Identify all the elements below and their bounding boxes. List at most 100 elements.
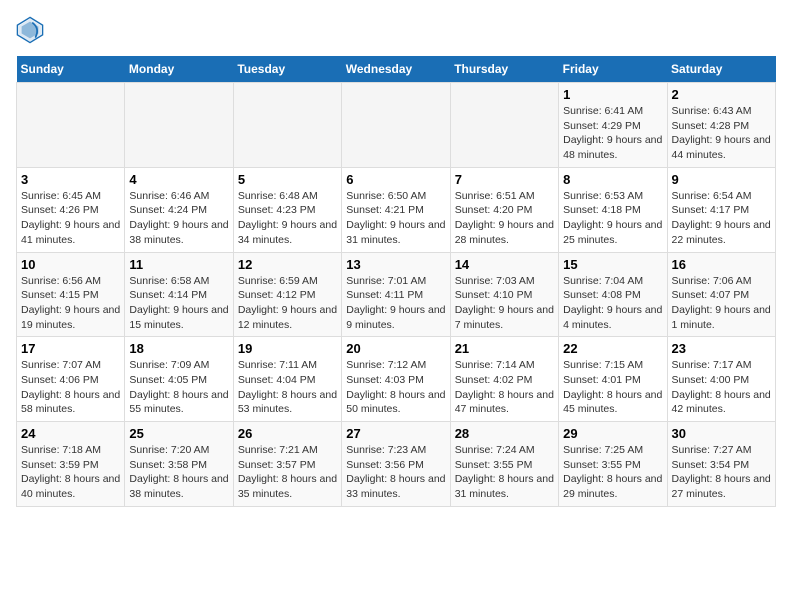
day-number: 5 (238, 172, 337, 187)
day-number: 14 (455, 257, 554, 272)
calendar-cell: 9 Sunrise: 6:54 AM Sunset: 4:17 PM Daylig… (667, 167, 775, 252)
day-number: 29 (563, 426, 662, 441)
calendar-cell: 30 Sunrise: 7:27 AM Sunset: 3:54 PM Dayli… (667, 422, 775, 507)
day-number: 25 (129, 426, 228, 441)
calendar-cell: 15 Sunrise: 7:04 AM Sunset: 4:08 PM Dayli… (559, 252, 667, 337)
day-number: 18 (129, 341, 228, 356)
day-number: 22 (563, 341, 662, 356)
calendar-week-row: 24 Sunrise: 7:18 AM Sunset: 3:59 PM Dayli… (17, 422, 776, 507)
day-number: 19 (238, 341, 337, 356)
calendar-cell: 26 Sunrise: 7:21 AM Sunset: 3:57 PM Dayli… (233, 422, 341, 507)
day-of-week-header: Sunday (17, 56, 125, 83)
calendar-cell: 3Sunrise: 6:45 AM Sunset: 4:26 PM Daylig… (17, 167, 125, 252)
day-info: Sunrise: 7:25 AM Sunset: 3:55 PM Dayligh… (563, 443, 662, 502)
day-info: Sunrise: 6:58 AM Sunset: 4:14 PM Dayligh… (129, 274, 228, 333)
calendar-cell: 16 Sunrise: 7:06 AM Sunset: 4:07 PM Dayli… (667, 252, 775, 337)
day-number: 30 (672, 426, 771, 441)
calendar-cell: 6 Sunrise: 6:50 AM Sunset: 4:21 PM Daylig… (342, 167, 450, 252)
day-number: 17 (21, 341, 120, 356)
day-info: Sunrise: 6:51 AM Sunset: 4:20 PM Dayligh… (455, 189, 554, 248)
day-info: Sunrise: 7:20 AM Sunset: 3:58 PM Dayligh… (129, 443, 228, 502)
day-number: 1 (563, 87, 662, 102)
day-info: Sunrise: 6:43 AM Sunset: 4:28 PM Dayligh… (672, 104, 771, 163)
day-info: Sunrise: 6:41 AM Sunset: 4:29 PM Dayligh… (563, 104, 662, 163)
calendar-cell: 14 Sunrise: 7:03 AM Sunset: 4:10 PM Dayli… (450, 252, 558, 337)
day-info: Sunrise: 7:04 AM Sunset: 4:08 PM Dayligh… (563, 274, 662, 333)
calendar-cell: 24 Sunrise: 7:18 AM Sunset: 3:59 PM Dayli… (17, 422, 125, 507)
calendar-week-row: 10Sunrise: 6:56 AM Sunset: 4:15 PM Dayli… (17, 252, 776, 337)
day-number: 15 (563, 257, 662, 272)
calendar-cell: 8 Sunrise: 6:53 AM Sunset: 4:18 PM Daylig… (559, 167, 667, 252)
day-number: 13 (346, 257, 445, 272)
day-info: Sunrise: 7:07 AM Sunset: 4:06 PM Dayligh… (21, 358, 120, 417)
calendar-cell: 10Sunrise: 6:56 AM Sunset: 4:15 PM Dayli… (17, 252, 125, 337)
day-number: 27 (346, 426, 445, 441)
calendar-cell (342, 83, 450, 168)
calendar-cell: 13 Sunrise: 7:01 AM Sunset: 4:11 PM Dayli… (342, 252, 450, 337)
day-number: 12 (238, 257, 337, 272)
calendar-table: SundayMondayTuesdayWednesdayThursdayFrid… (16, 56, 776, 507)
day-info: Sunrise: 7:18 AM Sunset: 3:59 PM Dayligh… (21, 443, 120, 502)
day-info: Sunrise: 7:01 AM Sunset: 4:11 PM Dayligh… (346, 274, 445, 333)
day-info: Sunrise: 6:59 AM Sunset: 4:12 PM Dayligh… (238, 274, 337, 333)
day-number: 23 (672, 341, 771, 356)
day-info: Sunrise: 7:23 AM Sunset: 3:56 PM Dayligh… (346, 443, 445, 502)
calendar-cell (17, 83, 125, 168)
day-number: 21 (455, 341, 554, 356)
calendar-week-row: 17 Sunrise: 7:07 AM Sunset: 4:06 PM Dayli… (17, 337, 776, 422)
calendar-cell: 12 Sunrise: 6:59 AM Sunset: 4:12 PM Dayli… (233, 252, 341, 337)
day-info: Sunrise: 7:09 AM Sunset: 4:05 PM Dayligh… (129, 358, 228, 417)
calendar-cell: 28 Sunrise: 7:24 AM Sunset: 3:55 PM Dayli… (450, 422, 558, 507)
day-info: Sunrise: 7:03 AM Sunset: 4:10 PM Dayligh… (455, 274, 554, 333)
calendar-header-row: SundayMondayTuesdayWednesdayThursdayFrid… (17, 56, 776, 83)
day-info: Sunrise: 7:21 AM Sunset: 3:57 PM Dayligh… (238, 443, 337, 502)
day-number: 11 (129, 257, 228, 272)
day-of-week-header: Wednesday (342, 56, 450, 83)
calendar-cell: 4Sunrise: 6:46 AM Sunset: 4:24 PM Daylig… (125, 167, 233, 252)
day-number: 9 (672, 172, 771, 187)
day-number: 7 (455, 172, 554, 187)
day-info: Sunrise: 6:45 AM Sunset: 4:26 PM Dayligh… (21, 189, 120, 248)
day-number: 28 (455, 426, 554, 441)
calendar-cell: 2Sunrise: 6:43 AM Sunset: 4:28 PM Daylig… (667, 83, 775, 168)
logo (16, 16, 48, 44)
day-info: Sunrise: 7:15 AM Sunset: 4:01 PM Dayligh… (563, 358, 662, 417)
day-of-week-header: Thursday (450, 56, 558, 83)
calendar-cell: 25 Sunrise: 7:20 AM Sunset: 3:58 PM Dayli… (125, 422, 233, 507)
day-number: 6 (346, 172, 445, 187)
day-info: Sunrise: 6:48 AM Sunset: 4:23 PM Dayligh… (238, 189, 337, 248)
calendar-cell: 29 Sunrise: 7:25 AM Sunset: 3:55 PM Dayli… (559, 422, 667, 507)
day-of-week-header: Monday (125, 56, 233, 83)
day-info: Sunrise: 7:27 AM Sunset: 3:54 PM Dayligh… (672, 443, 771, 502)
day-number: 8 (563, 172, 662, 187)
day-info: Sunrise: 7:24 AM Sunset: 3:55 PM Dayligh… (455, 443, 554, 502)
day-number: 16 (672, 257, 771, 272)
logo-icon (16, 16, 44, 44)
calendar-cell: 7 Sunrise: 6:51 AM Sunset: 4:20 PM Daylig… (450, 167, 558, 252)
calendar-cell (233, 83, 341, 168)
calendar-cell: 22 Sunrise: 7:15 AM Sunset: 4:01 PM Dayli… (559, 337, 667, 422)
day-info: Sunrise: 6:46 AM Sunset: 4:24 PM Dayligh… (129, 189, 228, 248)
day-info: Sunrise: 7:11 AM Sunset: 4:04 PM Dayligh… (238, 358, 337, 417)
header (16, 16, 776, 44)
day-info: Sunrise: 6:56 AM Sunset: 4:15 PM Dayligh… (21, 274, 120, 333)
calendar-cell: 19 Sunrise: 7:11 AM Sunset: 4:04 PM Dayli… (233, 337, 341, 422)
calendar-cell: 21 Sunrise: 7:14 AM Sunset: 4:02 PM Dayli… (450, 337, 558, 422)
day-info: Sunrise: 7:14 AM Sunset: 4:02 PM Dayligh… (455, 358, 554, 417)
day-number: 24 (21, 426, 120, 441)
calendar-week-row: 1 Sunrise: 6:41 AM Sunset: 4:29 PM Daylig… (17, 83, 776, 168)
calendar-cell: 27 Sunrise: 7:23 AM Sunset: 3:56 PM Dayli… (342, 422, 450, 507)
day-info: Sunrise: 6:53 AM Sunset: 4:18 PM Dayligh… (563, 189, 662, 248)
calendar-week-row: 3Sunrise: 6:45 AM Sunset: 4:26 PM Daylig… (17, 167, 776, 252)
day-number: 20 (346, 341, 445, 356)
day-info: Sunrise: 6:50 AM Sunset: 4:21 PM Dayligh… (346, 189, 445, 248)
calendar-cell: 1 Sunrise: 6:41 AM Sunset: 4:29 PM Daylig… (559, 83, 667, 168)
day-of-week-header: Saturday (667, 56, 775, 83)
day-info: Sunrise: 7:17 AM Sunset: 4:00 PM Dayligh… (672, 358, 771, 417)
day-number: 26 (238, 426, 337, 441)
day-info: Sunrise: 7:06 AM Sunset: 4:07 PM Dayligh… (672, 274, 771, 333)
calendar-cell: 23 Sunrise: 7:17 AM Sunset: 4:00 PM Dayli… (667, 337, 775, 422)
day-info: Sunrise: 6:54 AM Sunset: 4:17 PM Dayligh… (672, 189, 771, 248)
calendar-cell: 17 Sunrise: 7:07 AM Sunset: 4:06 PM Dayli… (17, 337, 125, 422)
calendar-cell: 5 Sunrise: 6:48 AM Sunset: 4:23 PM Daylig… (233, 167, 341, 252)
